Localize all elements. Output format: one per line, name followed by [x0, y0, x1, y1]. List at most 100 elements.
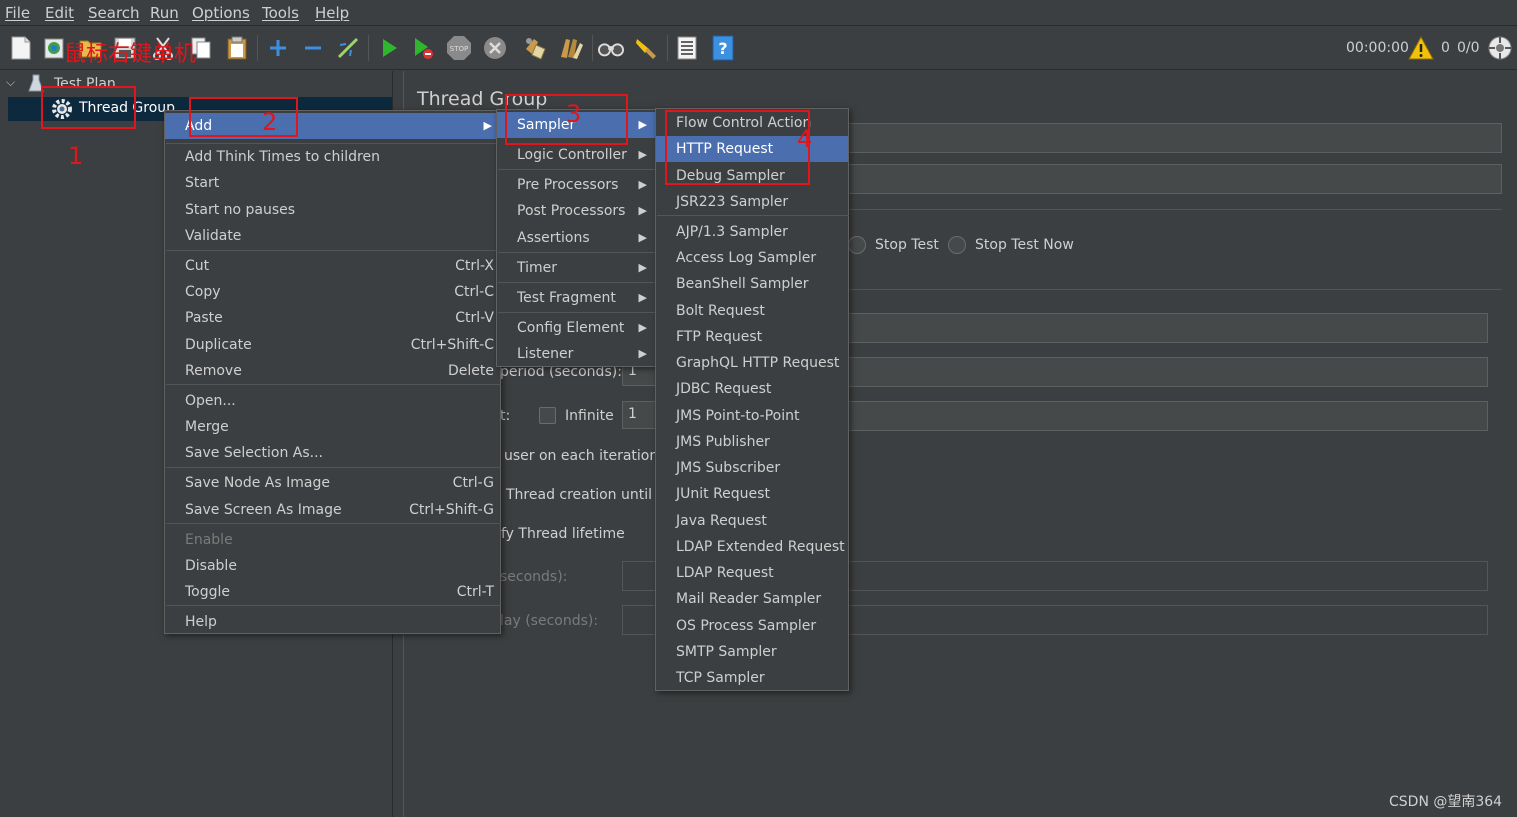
menu-item-enable: Enable — [165, 527, 500, 553]
start-no-pauses-icon[interactable] — [410, 35, 436, 61]
clear-icon[interactable] — [522, 35, 548, 61]
menu-item-jdbc-request[interactable]: JDBC Request — [656, 376, 848, 402]
collapse-icon[interactable] — [300, 35, 326, 61]
menu-item-jsr223-sampler[interactable]: JSR223 Sampler — [656, 189, 848, 215]
infinite-checkbox[interactable] — [539, 407, 556, 424]
menu-item-post-processors[interactable]: Post Processors ▶ — [497, 198, 655, 224]
menu-item-label: Pre Processors — [517, 177, 619, 193]
menu-item-start[interactable]: Start — [165, 170, 500, 196]
menu-item-junit-request[interactable]: JUnit Request — [656, 481, 848, 507]
submenu-arrow-icon: ▶ — [638, 291, 647, 304]
menu-item-ldap-extended-request[interactable]: LDAP Extended Request — [656, 534, 848, 560]
menu-item-label: Logic Controller — [517, 147, 627, 163]
menu-item-access-log-sampler[interactable]: Access Log Sampler — [656, 245, 848, 271]
menu-item-label: Listener — [517, 346, 574, 362]
toolbar-separator — [368, 35, 369, 61]
menu-separator — [498, 252, 656, 253]
threads-field[interactable] — [844, 313, 1488, 343]
menu-item-open[interactable]: Open... — [165, 388, 500, 414]
menu-item-label: JDBC Request — [676, 381, 772, 397]
menu-item-duplicate[interactable]: Duplicate Ctrl+Shift-C — [165, 332, 500, 358]
menu-separator — [166, 467, 501, 468]
menu-item-label: Paste — [185, 310, 223, 326]
submenu-arrow-icon: ▶ — [638, 261, 647, 274]
name-field[interactable] — [844, 123, 1502, 153]
loop-count-field-ext[interactable] — [844, 401, 1488, 431]
menu-item-ftp-request[interactable]: FTP Request — [656, 324, 848, 350]
menu-item-label: Save Selection As... — [185, 445, 324, 461]
menu-search[interactable]: Search — [88, 4, 140, 22]
loop-count-field[interactable]: 1 — [622, 401, 658, 429]
start-icon[interactable] — [376, 35, 402, 61]
comments-field[interactable] — [844, 164, 1502, 194]
menu-item-paste[interactable]: Paste Ctrl-V — [165, 305, 500, 331]
menu-item-label: Open... — [185, 393, 236, 409]
function-helper-icon[interactable] — [674, 35, 700, 61]
loop-count-value: 1 — [628, 406, 637, 422]
submenu-arrow-icon: ▶ — [638, 231, 647, 244]
menu-help[interactable]: Help — [315, 4, 349, 22]
warning-icon[interactable] — [1408, 35, 1434, 61]
menu-item-copy[interactable]: Copy Ctrl-C — [165, 279, 500, 305]
menu-item-jms-point-to-point[interactable]: JMS Point-to-Point — [656, 403, 848, 429]
menu-item-timer[interactable]: Timer ▶ — [497, 255, 655, 281]
menu-separator — [498, 282, 656, 283]
menu-item-label: GraphQL HTTP Request — [676, 355, 840, 371]
annotation-note: 鼠标右键单机 — [64, 42, 197, 67]
menu-run[interactable]: Run — [150, 4, 179, 22]
add-submenu: Sampler ▶ Logic Controller ▶ Pre Processor… — [496, 109, 656, 367]
menu-item-jms-publisher[interactable]: JMS Publisher — [656, 429, 848, 455]
menu-item-label: Remove — [185, 363, 242, 379]
menu-item-java-request[interactable]: Java Request — [656, 508, 848, 534]
menu-item-add-think-times[interactable]: Add Think Times to children — [165, 144, 500, 170]
remote-icon[interactable] — [1487, 35, 1513, 61]
menu-item-save-screen-as-image[interactable]: Save Screen As Image Ctrl+Shift-G — [165, 497, 500, 523]
menu-item-config-element[interactable]: Config Element ▶ — [497, 315, 655, 341]
menu-item-graphql-http-request[interactable]: GraphQL HTTP Request — [656, 350, 848, 376]
menu-item-beanshell-sampler[interactable]: BeanShell Sampler — [656, 271, 848, 297]
menu-item-listener[interactable]: Listener ▶ — [497, 341, 655, 367]
expand-icon[interactable] — [265, 35, 291, 61]
help-icon[interactable]: ? — [710, 35, 736, 61]
menu-item-cut[interactable]: Cut Ctrl-X — [165, 253, 500, 279]
menu-item-save-node-as-image[interactable]: Save Node As Image Ctrl-G — [165, 470, 500, 496]
menu-options[interactable]: Options — [192, 4, 250, 22]
menu-item-merge[interactable]: Merge — [165, 414, 500, 440]
menu-item-save-selection-as[interactable]: Save Selection As... — [165, 440, 500, 466]
search-icon[interactable] — [598, 35, 624, 61]
stop-test-now-radio[interactable] — [948, 236, 966, 254]
menu-item-start-no-pauses[interactable]: Start no pauses — [165, 197, 500, 223]
new-icon[interactable] — [8, 35, 34, 61]
menu-item-pre-processors[interactable]: Pre Processors ▶ — [497, 172, 655, 198]
menu-item-ajp-sampler[interactable]: AJP/1.3 Sampler — [656, 219, 848, 245]
menu-item-test-fragment[interactable]: Test Fragment ▶ — [497, 285, 655, 311]
menu-item-remove[interactable]: Remove Delete — [165, 358, 500, 384]
stop-test-radio[interactable] — [848, 236, 866, 254]
expand-toggle-icon[interactable]: ⌵ — [6, 75, 15, 90]
stop-icon[interactable]: STOP — [446, 35, 472, 61]
menu-tools[interactable]: Tools — [262, 4, 299, 22]
menu-item-smtp-sampler[interactable]: SMTP Sampler — [656, 639, 848, 665]
menu-edit[interactable]: Edit — [45, 4, 74, 22]
menu-item-disable[interactable]: Disable — [165, 553, 500, 579]
menu-item-os-process-sampler[interactable]: OS Process Sampler — [656, 613, 848, 639]
menu-item-validate[interactable]: Validate — [165, 223, 500, 249]
paste-icon[interactable] — [224, 35, 250, 61]
menu-item-tcp-sampler[interactable]: TCP Sampler — [656, 665, 848, 691]
menu-item-help[interactable]: Help — [165, 609, 500, 635]
menu-item-toggle[interactable]: Toggle Ctrl-T — [165, 579, 500, 605]
shutdown-icon[interactable] — [482, 35, 508, 61]
menu-item-label: Duplicate — [185, 337, 252, 353]
reset-search-icon[interactable] — [634, 35, 660, 61]
menu-item-ldap-request[interactable]: LDAP Request — [656, 560, 848, 586]
menu-file[interactable]: File — [5, 4, 30, 22]
clear-all-icon[interactable] — [558, 35, 584, 61]
menu-item-logic-controller[interactable]: Logic Controller ▶ — [497, 142, 655, 168]
toggle-icon[interactable] — [335, 35, 361, 61]
menu-item-label: Access Log Sampler — [676, 250, 817, 266]
menu-item-mail-reader-sampler[interactable]: Mail Reader Sampler — [656, 586, 848, 612]
menu-item-assertions[interactable]: Assertions ▶ — [497, 225, 655, 251]
menu-item-bolt-request[interactable]: Bolt Request — [656, 298, 848, 324]
menu-item-jms-subscriber[interactable]: JMS Subscriber — [656, 455, 848, 481]
ramp-up-field-ext[interactable] — [844, 357, 1488, 387]
